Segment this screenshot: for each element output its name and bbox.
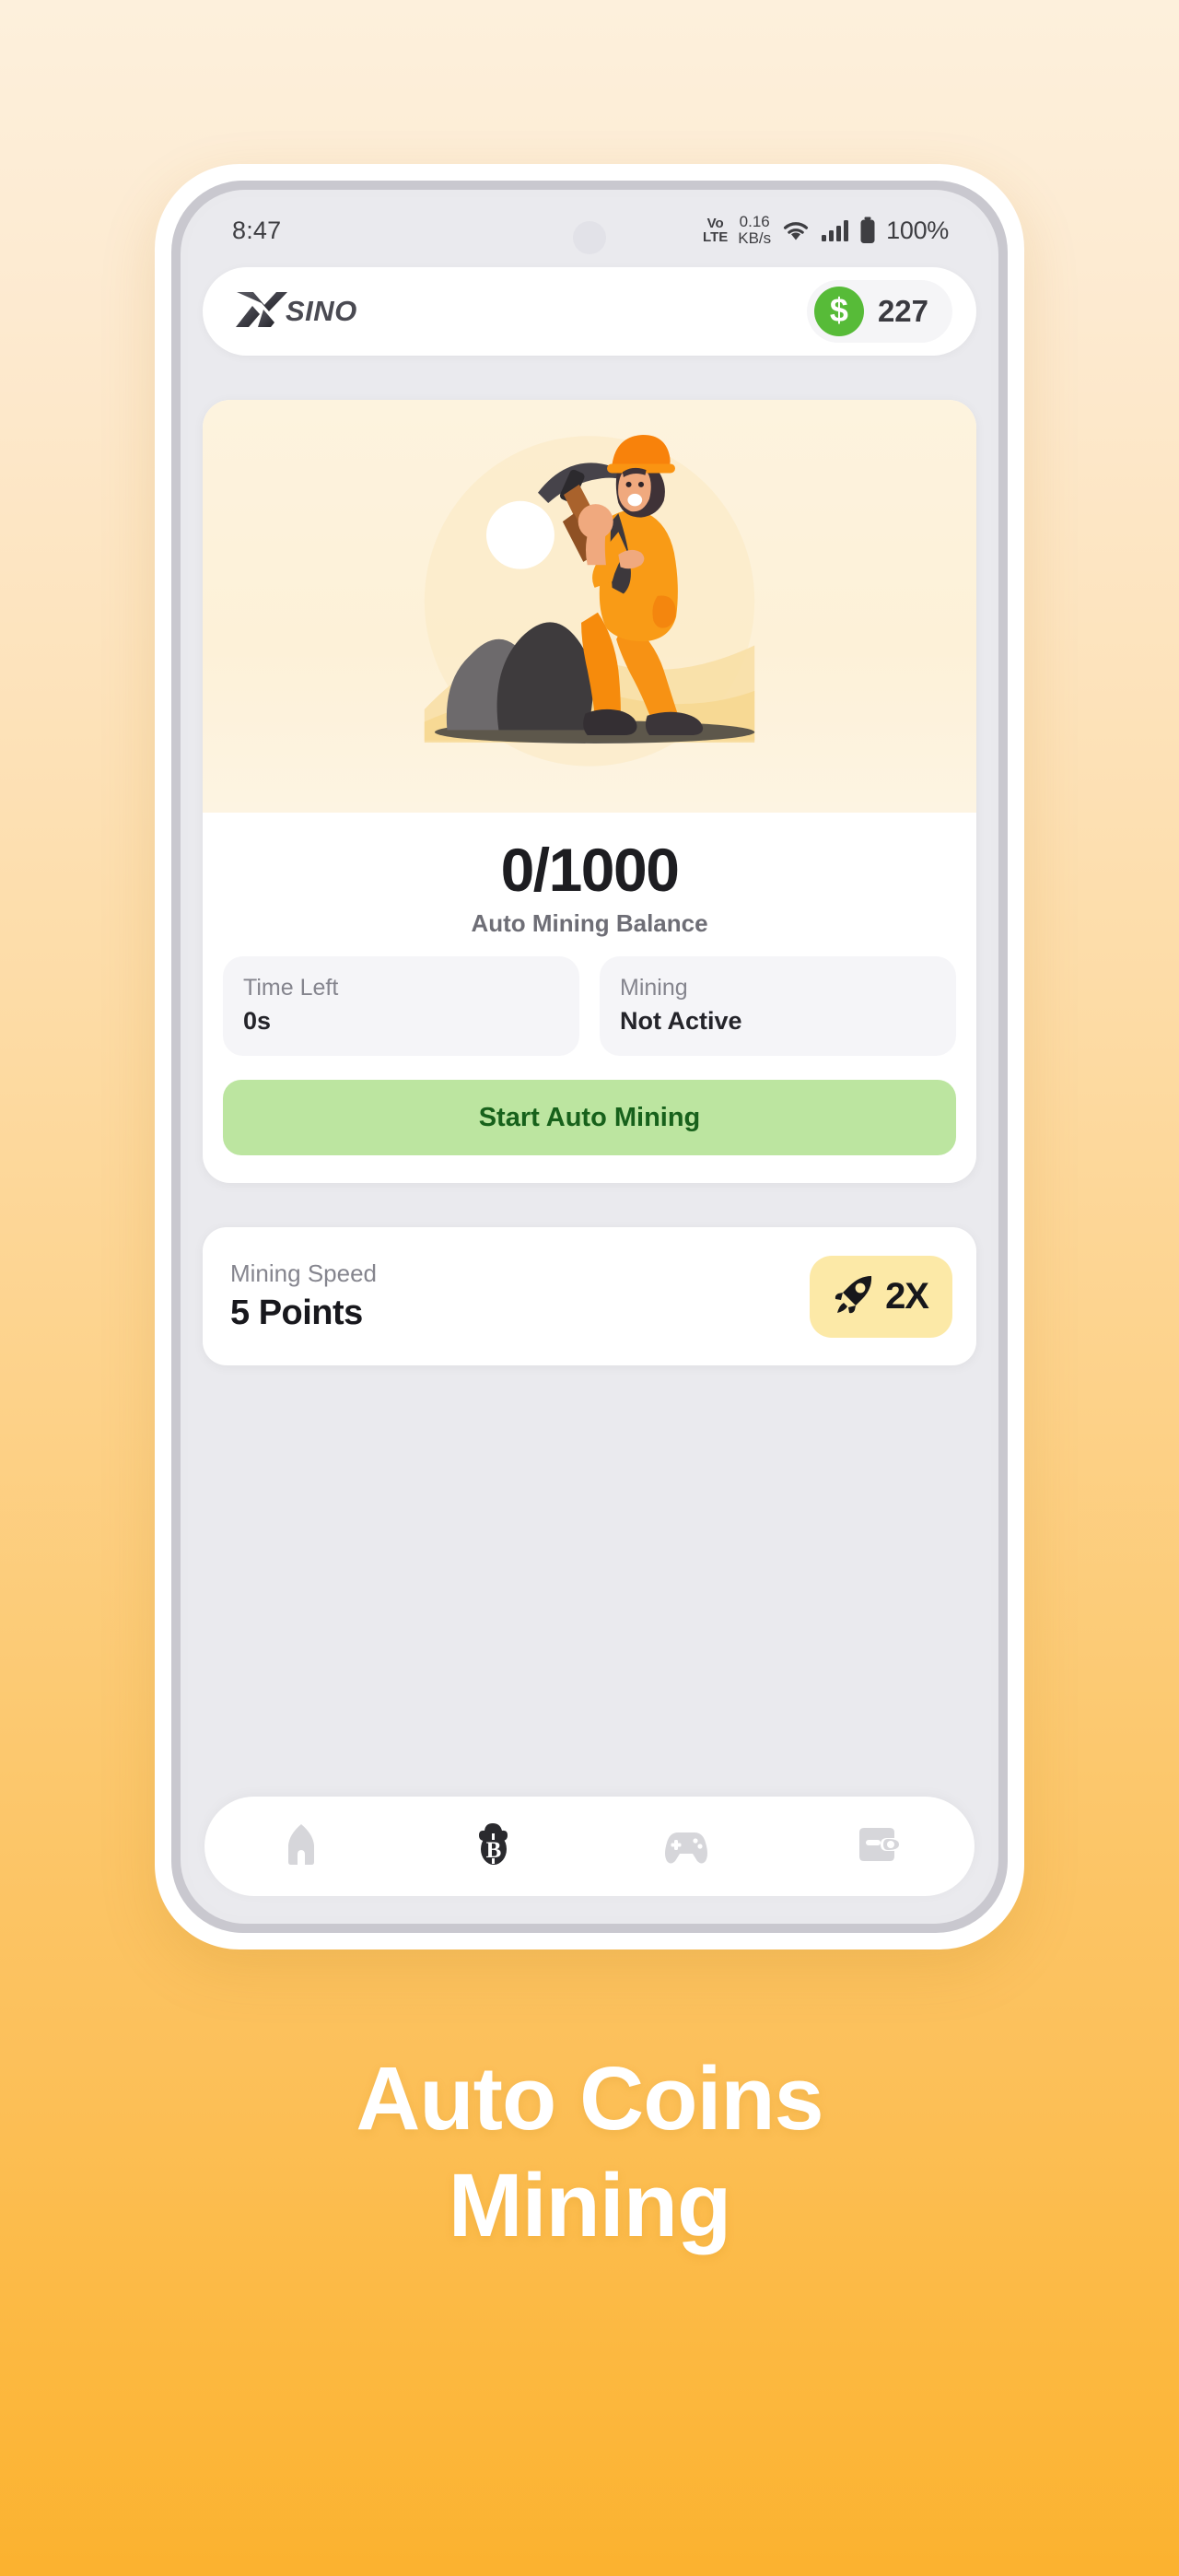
coin-balance-pill[interactable]: $ 227 (806, 280, 952, 343)
promo-caption: Auto Coins Mining (0, 2053, 1179, 2252)
mining-stats-row: Time Left 0s Mining Not Active (203, 956, 976, 1057)
auto-mining-balance-block: 0/1000 Auto Mining Balance (203, 813, 976, 956)
nav-cloud-mining[interactable]: B (397, 1797, 590, 1896)
bottom-navigation-bar: B (204, 1797, 975, 1896)
dollar-coin-icon: $ (813, 287, 864, 336)
nav-wallet[interactable] (782, 1797, 975, 1896)
volte-line1: Vo (706, 216, 724, 231)
nav-games[interactable] (590, 1797, 782, 1896)
app-logo[interactable]: SINO (234, 289, 357, 334)
stat-mining-status: Mining Not Active (600, 956, 956, 1057)
promo-caption-line2: Mining (448, 2154, 731, 2255)
auto-mining-balance-value: 0/1000 (500, 836, 680, 904)
network-speed-value: 0.16 (739, 213, 770, 231)
coin-balance-value: 227 (877, 294, 928, 328)
stat-time-left-title: Time Left (243, 975, 339, 1001)
wallet-icon (853, 1822, 905, 1871)
rocket-icon (830, 1270, 878, 1323)
network-speed-indicator: 0.16 KB/s (738, 214, 771, 247)
mining-speed-card: Mining Speed 5 Points 2X (203, 1227, 976, 1365)
boost-multiplier-label: 2X (885, 1275, 929, 1317)
promo-caption-line1: Auto Coins (356, 2048, 823, 2149)
mining-speed-info: Mining Speed 5 Points (230, 1259, 377, 1333)
stat-time-left: Time Left 0s (223, 956, 579, 1057)
network-speed-unit: KB/s (738, 229, 772, 247)
cellular-signal-icon (821, 218, 849, 242)
stat-mining-status-title: Mining (620, 975, 688, 1001)
stat-time-left-value: 0s (243, 1007, 272, 1036)
stat-mining-status-value: Not Active (620, 1007, 742, 1036)
gamepad-icon (660, 1821, 713, 1873)
status-time: 8:47 (232, 216, 282, 244)
home-icon (276, 1820, 326, 1874)
nav-home[interactable] (204, 1797, 397, 1896)
start-auto-mining-button[interactable]: Start Auto Mining (223, 1080, 956, 1156)
volte-line2: LTE (703, 229, 729, 245)
phone-mockup: 8:47 Vo LTE 0.16 KB/s 100% SINO $ 227 0/… (155, 164, 1024, 1950)
boost-multiplier-badge[interactable]: 2X (810, 1255, 952, 1338)
miner-with-pickaxe-illustration (203, 400, 976, 813)
battery-full-icon (859, 217, 876, 244)
mining-speed-value: 5 Points (230, 1294, 363, 1332)
app-header: SINO $ 227 (203, 267, 976, 356)
auto-mining-balance-label: Auto Mining Balance (471, 909, 708, 938)
logo-text: SINO (286, 295, 357, 327)
battery-percent: 100% (886, 216, 949, 244)
front-camera-punch-hole (573, 221, 606, 254)
auto-mining-card: 0/1000 Auto Mining Balance Time Left 0s … (203, 400, 976, 1184)
status-bar: 8:47 Vo LTE 0.16 KB/s 100% (188, 197, 991, 263)
status-indicators: Vo LTE 0.16 KB/s 100% (703, 214, 949, 247)
volte-icon: Vo LTE (703, 217, 728, 244)
x-logo-icon (234, 289, 289, 334)
mining-speed-label: Mining Speed (230, 1259, 377, 1287)
wifi-icon (781, 218, 811, 242)
cloud-bitcoin-icon: B (467, 1818, 520, 1876)
phone-screen: 8:47 Vo LTE 0.16 KB/s 100% SINO $ 227 0/… (188, 197, 991, 1916)
